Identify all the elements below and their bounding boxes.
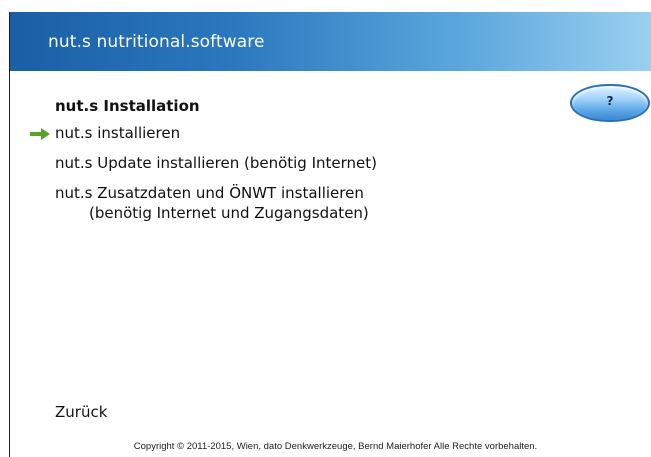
menu-item-extra-data[interactable]: nut.s Zusatzdaten und ÖNWT installieren … <box>55 183 369 223</box>
help-button[interactable]: ? <box>570 84 650 122</box>
help-button-label: ? <box>606 94 614 108</box>
copyright-text: Copyright © 2011-2015, Wien, dato Denkwe… <box>133 441 538 452</box>
menu-item-extra-data-sublabel: (benötig Internet und Zugangsdaten) <box>89 204 369 222</box>
window-left-border <box>9 12 10 457</box>
app-title: nut.s nutritional.software <box>48 32 265 52</box>
arrow-right-icon <box>30 128 50 140</box>
menu-item-update-label: nut.s Update installieren (benötig Inter… <box>55 154 378 172</box>
menu-item-install-label: nut.s installieren <box>55 124 181 142</box>
installer-window: nut.s nutritional.software ? nut.s Insta… <box>0 0 651 457</box>
section-title: nut.s Installation <box>55 97 200 115</box>
header-bar: nut.s nutritional.software <box>10 12 651 71</box>
menu-item-update[interactable]: nut.s Update installieren (benötig Inter… <box>55 153 377 173</box>
back-link[interactable]: Zurück <box>55 403 107 421</box>
menu-item-extra-data-label: nut.s Zusatzdaten und ÖNWT installieren <box>55 184 364 202</box>
menu-item-install[interactable]: nut.s installieren <box>55 123 180 143</box>
